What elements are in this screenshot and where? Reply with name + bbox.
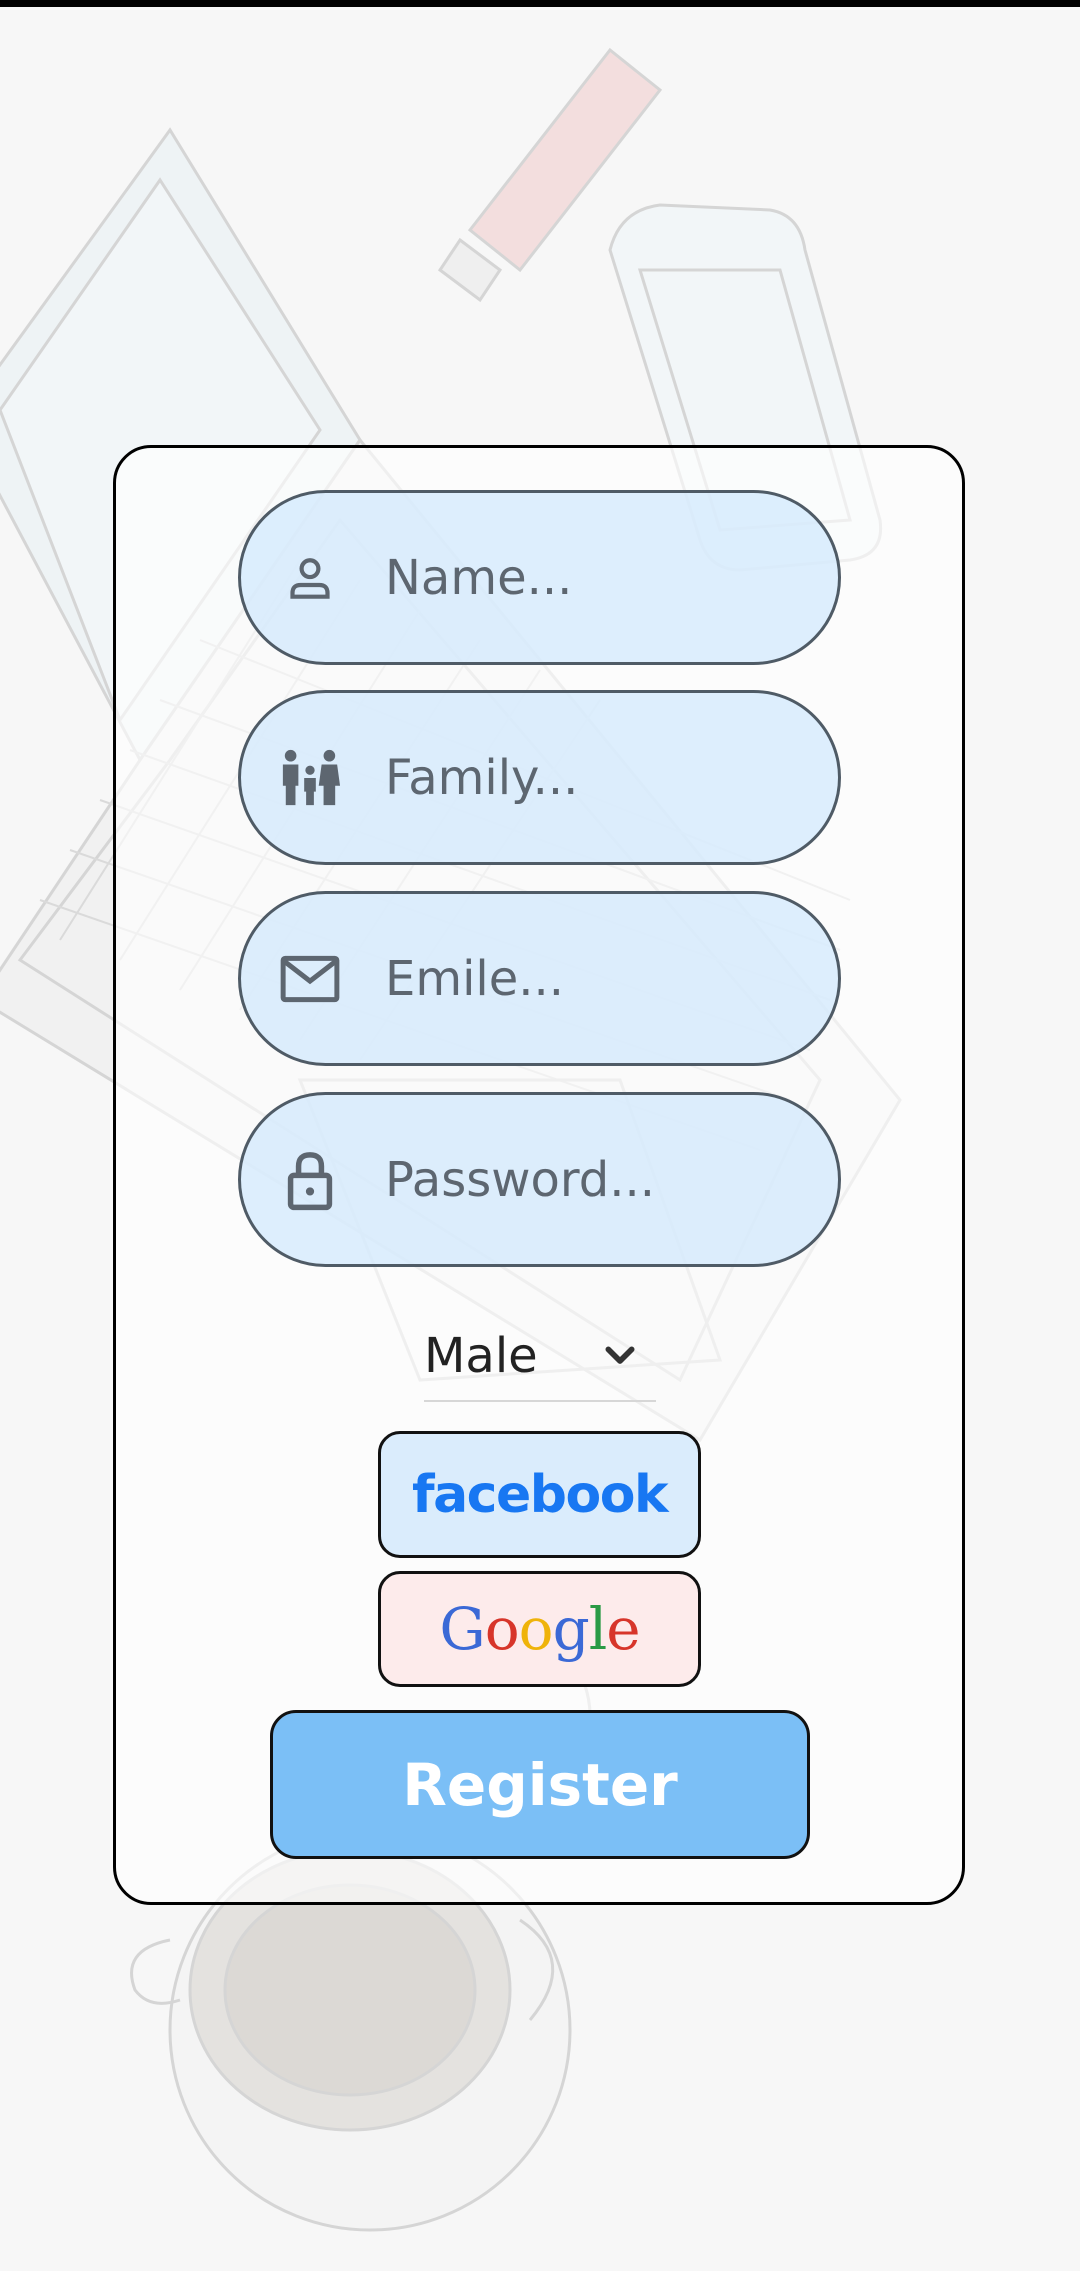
family-icon [279, 747, 341, 809]
person-icon [279, 547, 341, 609]
password-field[interactable]: Password... [238, 1092, 841, 1267]
google-button[interactable]: Google [378, 1571, 701, 1687]
password-placeholder: Password... [385, 1151, 655, 1208]
register-label: Register [402, 1750, 678, 1819]
register-button[interactable]: Register [270, 1710, 810, 1859]
name-placeholder: Name... [385, 549, 573, 606]
envelope-icon [279, 948, 341, 1010]
email-placeholder: Emile... [385, 950, 565, 1007]
facebook-button[interactable]: facebook [378, 1431, 701, 1558]
family-placeholder: Family... [385, 749, 579, 806]
google-logo-text: Google [439, 1595, 640, 1663]
gender-select[interactable]: Male [424, 1310, 656, 1402]
family-field[interactable]: Family... [238, 690, 841, 865]
email-field[interactable]: Emile... [238, 891, 841, 1066]
chevron-down-icon [600, 1336, 640, 1376]
lock-icon [279, 1149, 341, 1211]
name-field[interactable]: Name... [238, 490, 841, 665]
gender-selected-value: Male [424, 1328, 538, 1384]
facebook-logo-text: facebook [411, 1464, 669, 1525]
